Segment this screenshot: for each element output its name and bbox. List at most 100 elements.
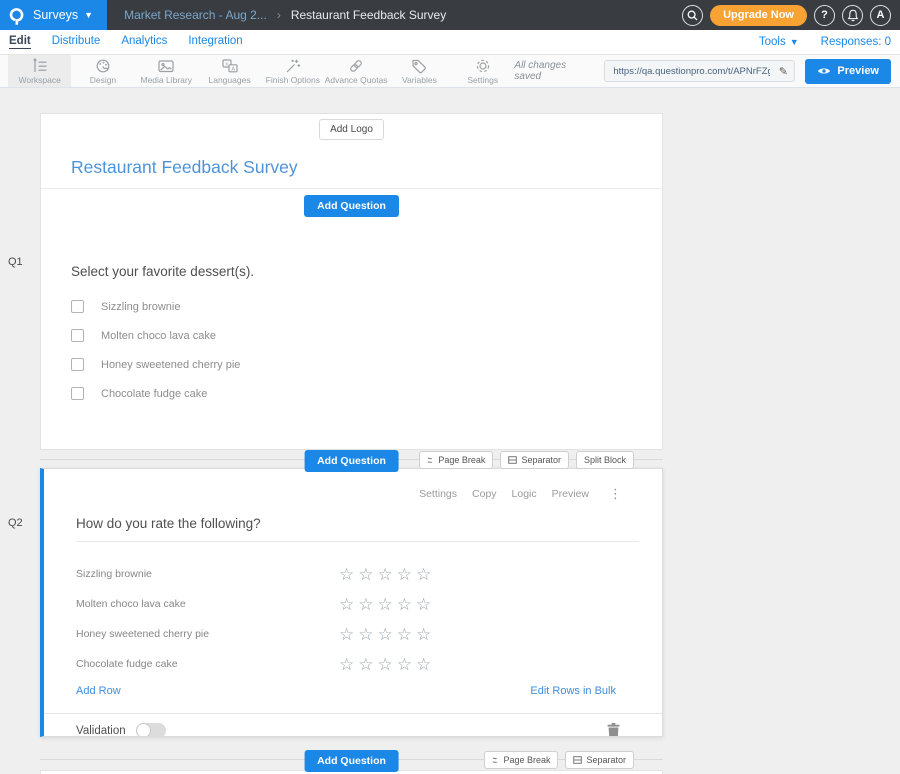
toolbar-item-advance-quotas[interactable]: Advance Quotas	[324, 55, 387, 87]
settings-gear-icon	[474, 58, 492, 74]
q1-option-label[interactable]: Sizzling brownie	[101, 301, 180, 313]
add-logo-button[interactable]: Add Logo	[319, 119, 384, 140]
separator-icon	[573, 756, 582, 764]
star-rating-icons[interactable]: ☆☆☆☆☆	[339, 656, 435, 673]
toggle-knob	[136, 723, 151, 737]
toolbar-item-label: Languages	[209, 75, 251, 85]
checkbox[interactable]	[71, 300, 84, 313]
questionpro-logo-icon	[9, 6, 24, 25]
toolbar-item-finish-options[interactable]: Finish Options	[261, 55, 324, 87]
divider	[76, 541, 639, 542]
toolbar-item-design[interactable]: Design	[71, 55, 134, 87]
checkbox[interactable]	[71, 358, 84, 371]
q2-rating-row: Molten choco lava cake ☆☆☆☆☆	[44, 589, 662, 619]
page-break-label: Page Break	[503, 755, 550, 765]
tab-distribute[interactable]: Distribute	[52, 35, 101, 49]
page-break-button[interactable]: Page Break	[484, 751, 558, 769]
q1-question-text[interactable]: Select your favorite dessert(s).	[71, 264, 632, 280]
toolbar-item-label: Design	[90, 75, 116, 85]
q1-option-label[interactable]: Honey sweetened cherry pie	[101, 359, 240, 371]
tools-menu[interactable]: Tools ▼	[759, 36, 799, 48]
q1-option-label[interactable]: Molten choco lava cake	[101, 330, 216, 342]
insert-question-row: Add Question Page Break Separator	[40, 750, 663, 768]
delete-question-button[interactable]	[607, 723, 620, 737]
question-logic-button[interactable]: Logic	[512, 488, 537, 500]
add-question-button[interactable]: Add Question	[304, 750, 399, 772]
eye-icon	[817, 66, 831, 76]
toolbar-item-media-library[interactable]: Media Library	[135, 55, 198, 87]
q1-option-row: Chocolate fudge cake	[71, 387, 632, 400]
add-question-button[interactable]: Add Question	[304, 195, 399, 217]
q2-rating-row: Sizzling brownie ☆☆☆☆☆	[44, 559, 662, 589]
q1-option-label[interactable]: Chocolate fudge cake	[101, 388, 207, 400]
toolbar-item-workspace[interactable]: Workspace	[8, 55, 71, 87]
q1-option-row: Honey sweetened cherry pie	[71, 358, 632, 371]
question-action-menu: Settings Copy Logic Preview ⋮	[44, 469, 662, 502]
responses-count-link[interactable]: Responses: 0	[821, 36, 891, 48]
notifications-button[interactable]	[842, 5, 863, 26]
workspace-icon	[31, 58, 49, 74]
toolbar-item-languages[interactable]: x A Languages	[198, 55, 261, 87]
help-button[interactable]: ?	[814, 5, 835, 26]
q2-row-label[interactable]: Chocolate fudge cake	[76, 658, 339, 670]
question-q1: Select your favorite dessert(s). Sizzlin…	[41, 217, 662, 400]
q2-row-label[interactable]: Molten choco lava cake	[76, 598, 339, 610]
search-button[interactable]	[682, 5, 703, 26]
split-block-label: Split Block	[584, 455, 626, 465]
avatar[interactable]: A	[870, 5, 891, 26]
edit-rows-in-bulk-link[interactable]: Edit Rows in Bulk	[530, 685, 616, 697]
survey-title[interactable]: Restaurant Feedback Survey	[41, 140, 662, 178]
breadcrumb-folder[interactable]: Market Research - Aug 2...	[124, 8, 267, 22]
star-rating-icons[interactable]: ☆☆☆☆☆	[339, 596, 435, 613]
survey-header-and-q1-card: Add Logo Restaurant Feedback Survey Add …	[40, 113, 663, 450]
toolbar-item-settings[interactable]: Settings	[451, 55, 514, 87]
survey-url-box: ✎	[604, 60, 795, 82]
question-copy-button[interactable]: Copy	[472, 488, 497, 500]
breadcrumb-survey-name: Restaurant Feedback Survey	[291, 8, 446, 22]
edit-url-pencil-icon[interactable]: ✎	[772, 65, 794, 78]
survey-tab-bar: Edit Distribute Analytics Integration To…	[0, 30, 900, 55]
editor-toolbar: Workspace Design Media Library x A Langu…	[0, 55, 900, 88]
toolbar-item-label: Finish Options	[266, 75, 320, 85]
q2-row-label[interactable]: Honey sweetened cherry pie	[76, 628, 339, 640]
question-preview-button[interactable]: Preview	[552, 488, 589, 500]
split-block-button[interactable]: Split Block	[576, 451, 634, 469]
tab-edit[interactable]: Edit	[9, 35, 31, 49]
validation-toggle[interactable]	[136, 723, 166, 737]
add-row-link[interactable]: Add Row	[76, 685, 121, 697]
languages-icon: x A	[221, 58, 239, 74]
toolbar-item-variables[interactable]: Variables	[388, 55, 451, 87]
toolbar-item-label: Settings	[467, 75, 498, 85]
tab-analytics[interactable]: Analytics	[121, 35, 167, 49]
question-q2-card-selected: Settings Copy Logic Preview ⋮ How do you…	[40, 468, 663, 737]
preview-button[interactable]: Preview	[805, 59, 891, 84]
toolbar-item-label: Variables	[402, 75, 437, 85]
bell-icon	[847, 9, 859, 22]
search-icon	[687, 10, 698, 21]
toolbar-item-label: Media Library	[140, 75, 192, 85]
upgrade-now-button[interactable]: Upgrade Now	[710, 5, 807, 26]
preview-button-label: Preview	[837, 65, 879, 77]
star-rating-icons[interactable]: ☆☆☆☆☆	[339, 626, 435, 643]
more-options-dots-icon[interactable]: ⋮	[609, 486, 622, 502]
top-navigation-bar: Surveys ▼ Market Research - Aug 2... › R…	[0, 0, 900, 30]
q2-question-text[interactable]: How do you rate the following?	[76, 516, 261, 531]
checkbox[interactable]	[71, 329, 84, 342]
q2-row-label[interactable]: Sizzling brownie	[76, 568, 339, 580]
product-menu-label: Surveys	[33, 8, 78, 22]
page-break-button[interactable]: Page Break	[419, 451, 493, 469]
insert-question-row: Add Question Page Break Separator Split …	[40, 450, 663, 468]
question-settings-button[interactable]: Settings	[419, 488, 457, 500]
separator-button[interactable]: Separator	[565, 751, 634, 769]
survey-url-input[interactable]	[605, 66, 772, 77]
separator-button[interactable]: Separator	[500, 451, 569, 469]
question-mark-icon: ?	[821, 9, 828, 21]
question-number-q2: Q2	[8, 517, 23, 529]
finish-options-wand-icon	[284, 58, 302, 74]
add-question-button[interactable]: Add Question	[304, 450, 399, 472]
checkbox[interactable]	[71, 387, 84, 400]
tab-integration[interactable]: Integration	[188, 35, 242, 49]
star-rating-icons[interactable]: ☆☆☆☆☆	[339, 566, 435, 583]
product-menu[interactable]: Surveys ▼	[0, 0, 107, 30]
design-palette-icon	[94, 58, 112, 74]
